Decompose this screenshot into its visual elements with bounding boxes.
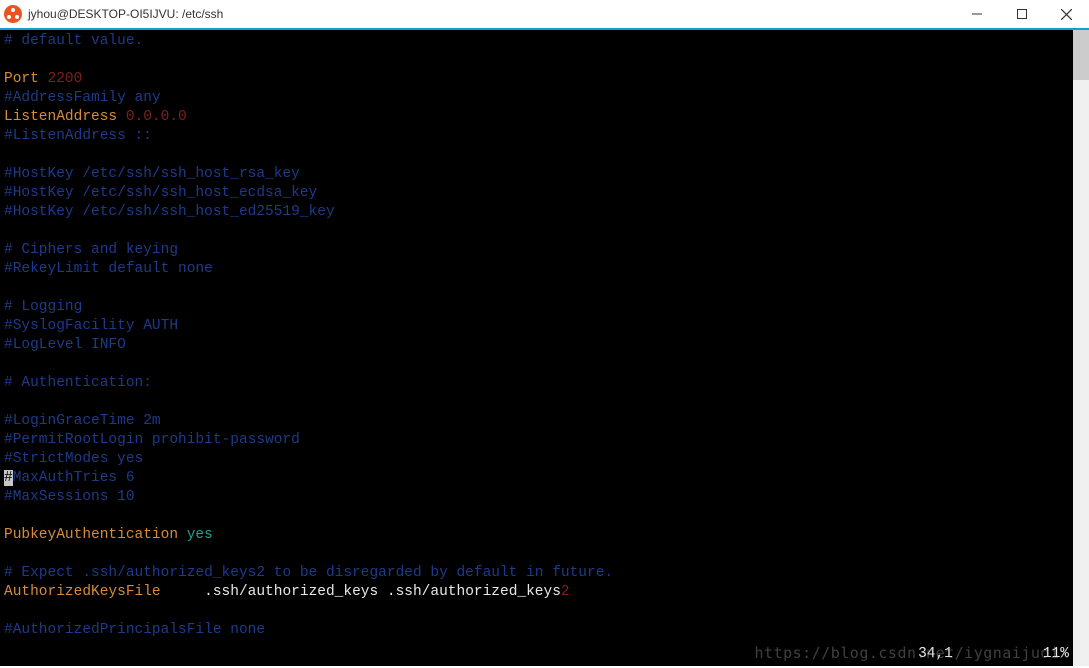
terminal-line: AuthorizedKeysFile .ssh/authorized_keys … <box>4 583 1085 602</box>
terminal-text-segment: MaxAuthTries 6 <box>13 470 135 486</box>
terminal-line: #HostKey /etc/ssh/ssh_host_rsa_key <box>4 165 1085 184</box>
terminal-text-segment: #PermitRootLogin prohibit-password <box>4 432 300 448</box>
terminal-line: #MaxSessions 10 <box>4 488 1085 507</box>
close-button[interactable] <box>1044 0 1089 28</box>
terminal-text-segment: # <box>4 470 13 486</box>
terminal-text-segment: PubkeyAuthentication <box>4 527 187 543</box>
terminal-text-segment: 2200 <box>48 71 83 87</box>
maximize-icon <box>1017 9 1027 19</box>
terminal-line <box>4 602 1085 621</box>
terminal-text-segment: #LogLevel INFO <box>4 337 126 353</box>
terminal-text-segment: #RekeyLimit default none <box>4 261 213 277</box>
terminal-line: ListenAddress 0.0.0.0 <box>4 108 1085 127</box>
terminal-line <box>4 222 1085 241</box>
terminal-text-segment: AuthorizedKeysFile <box>4 584 161 600</box>
ubuntu-icon <box>4 5 22 23</box>
terminal-text-segment: 0.0.0.0 <box>126 109 187 125</box>
terminal-line: #AddressFamily any <box>4 89 1085 108</box>
minimize-icon <box>972 9 982 19</box>
terminal-text-segment: #AuthorizedPrincipalsFile none <box>4 622 265 638</box>
terminal-text-segment: # Expect .ssh/authorized_keys2 to be dis… <box>4 565 613 581</box>
terminal-text-segment: #SyslogFacility AUTH <box>4 318 178 334</box>
terminal-line: #PermitRootLogin prohibit-password <box>4 431 1085 450</box>
terminal-text-segment: #HostKey /etc/ssh/ssh_host_rsa_key <box>4 166 300 182</box>
window-controls <box>954 0 1089 28</box>
terminal-text-segment <box>4 280 13 296</box>
terminal-text-segment: #HostKey /etc/ssh/ssh_host_ecdsa_key <box>4 185 317 201</box>
terminal-text-segment: # Authentication: <box>4 375 152 391</box>
terminal-text-segment: 2 <box>561 584 570 600</box>
window-titlebar: jyhou@DESKTOP-OI5IJVU: /etc/ssh <box>0 0 1089 30</box>
terminal-line: #MaxAuthTries 6 <box>4 469 1085 488</box>
terminal-line: #HostKey /etc/ssh/ssh_host_ecdsa_key <box>4 184 1085 203</box>
terminal-text-segment: .ssh/authorized_keys .ssh/authorized_key… <box>161 584 561 600</box>
terminal-text-segment: ListenAddress <box>4 109 126 125</box>
terminal-line: #SyslogFacility AUTH <box>4 317 1085 336</box>
terminal-text-segment <box>4 546 13 562</box>
terminal-text-segment: yes <box>187 527 213 543</box>
terminal-line: # default value. <box>4 32 1085 51</box>
terminal-text-segment: # default value. <box>4 33 143 49</box>
terminal-text-segment <box>4 356 13 372</box>
terminal-text-segment <box>4 394 13 410</box>
terminal-text-segment <box>4 223 13 239</box>
terminal-line <box>4 355 1085 374</box>
terminal-line: #HostKey /etc/ssh/ssh_host_ed25519_key <box>4 203 1085 222</box>
terminal-line <box>4 146 1085 165</box>
terminal-line <box>4 507 1085 526</box>
terminal-text-segment: #LoginGraceTime 2m <box>4 413 161 429</box>
terminal-line: #LogLevel INFO <box>4 336 1085 355</box>
close-icon <box>1061 9 1072 20</box>
terminal-line <box>4 393 1085 412</box>
vertical-scrollbar[interactable] <box>1073 30 1089 666</box>
terminal-line: # Ciphers and keying <box>4 241 1085 260</box>
terminal-line: Port 2200 <box>4 70 1085 89</box>
terminal-text-segment: # Ciphers and keying <box>4 242 178 258</box>
terminal-text-segment: #ListenAddress :: <box>4 128 152 144</box>
terminal-line: #AuthorizedPrincipalsFile none <box>4 621 1085 640</box>
terminal-text-segment: #HostKey /etc/ssh/ssh_host_ed25519_key <box>4 204 335 220</box>
terminal-text-segment: #AddressFamily any <box>4 90 161 106</box>
terminal-line: #ListenAddress :: <box>4 127 1085 146</box>
terminal-text-segment <box>4 52 13 68</box>
terminal-content[interactable]: # default value. Port 2200#AddressFamily… <box>0 30 1089 666</box>
terminal-text-segment: # Logging <box>4 299 82 315</box>
scrollbar-thumb[interactable] <box>1073 30 1089 80</box>
scroll-percent: 11% <box>1043 645 1069 664</box>
window-title: jyhou@DESKTOP-OI5IJVU: /etc/ssh <box>28 7 223 21</box>
cursor-position: 34,1 <box>918 645 953 664</box>
terminal-line <box>4 51 1085 70</box>
terminal-line: # Authentication: <box>4 374 1085 393</box>
terminal-line: #RekeyLimit default none <box>4 260 1085 279</box>
terminal-text-segment: #MaxSessions 10 <box>4 489 135 505</box>
terminal-line: #LoginGraceTime 2m <box>4 412 1085 431</box>
terminal-line: # Expect .ssh/authorized_keys2 to be dis… <box>4 564 1085 583</box>
terminal-text-segment <box>4 147 13 163</box>
vim-status-bar: 34,1 11% <box>918 645 1069 664</box>
maximize-button[interactable] <box>999 0 1044 28</box>
terminal-text-segment: #StrictModes yes <box>4 451 143 467</box>
terminal-line: PubkeyAuthentication yes <box>4 526 1085 545</box>
terminal-line: # Logging <box>4 298 1085 317</box>
terminal-line <box>4 545 1085 564</box>
terminal-line <box>4 279 1085 298</box>
terminal-line: #StrictModes yes <box>4 450 1085 469</box>
minimize-button[interactable] <box>954 0 999 28</box>
terminal-text-segment <box>4 603 13 619</box>
terminal-text-segment: Port <box>4 71 48 87</box>
terminal-text-segment <box>4 508 13 524</box>
